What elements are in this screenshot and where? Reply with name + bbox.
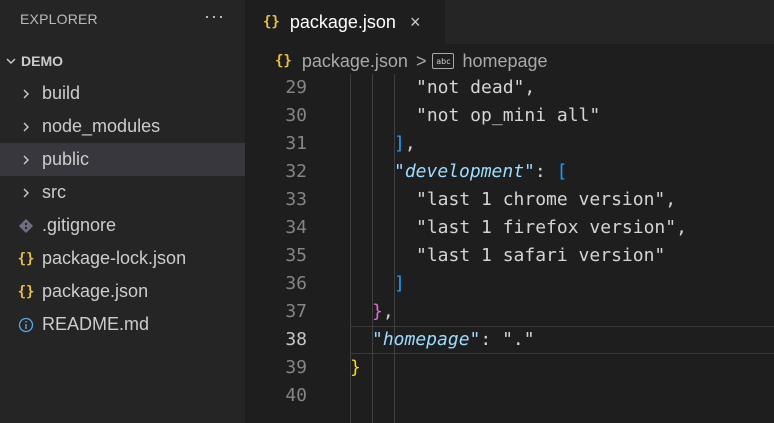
- tree-item-build[interactable]: build: [0, 77, 245, 110]
- explorer-title: EXPLORER: [20, 11, 98, 27]
- line-number: 30: [285, 105, 307, 126]
- explorer-header: EXPLORER ···: [0, 0, 245, 38]
- tree-item-label: README.md: [42, 314, 150, 334]
- code-text: "last 1 chrome version",: [416, 189, 677, 210]
- breadcrumb-file[interactable]: package.json: [302, 51, 408, 72]
- line-number: 34: [285, 217, 307, 238]
- code-line-32: 32 "development": [: [245, 158, 774, 186]
- folder-root-demo[interactable]: DEMO: [0, 44, 245, 77]
- line-number: 40: [285, 385, 307, 406]
- tree-item-public[interactable]: public: [0, 143, 245, 176]
- code-text: "not dead",: [416, 77, 536, 98]
- line-number: 38: [285, 329, 307, 350]
- tree-item-label: src: [42, 182, 66, 202]
- code-text: "development": [: [394, 161, 568, 182]
- line-number: 35: [285, 245, 307, 266]
- code-line-29: 29 "not dead",: [245, 74, 774, 102]
- line-number: 39: [285, 357, 307, 378]
- code-text: ],: [394, 133, 416, 154]
- chevron-down-icon: [3, 53, 19, 69]
- code-text: ]: [394, 273, 405, 294]
- code-line-30: 30 "not op_mini all": [245, 102, 774, 130]
- line-number: 33: [285, 189, 307, 210]
- tree-item-package-json[interactable]: {} package.json: [0, 275, 245, 308]
- close-icon[interactable]: ×: [410, 12, 421, 33]
- line-number: 29: [285, 77, 307, 98]
- tree-item-label: package-lock.json: [42, 248, 187, 268]
- tree-item-gitignore[interactable]: .gitignore: [0, 209, 245, 242]
- git-icon: [17, 217, 35, 235]
- tree-item-readme[interactable]: README.md: [0, 308, 245, 341]
- tree-item-src[interactable]: src: [0, 176, 245, 209]
- code-line-34: 34 "last 1 firefox version",: [245, 214, 774, 242]
- chevron-right-icon: [17, 85, 35, 103]
- info-icon: [17, 316, 35, 334]
- tab-package-json[interactable]: {} package.json ×: [245, 0, 445, 44]
- json-icon: {}: [17, 283, 35, 300]
- tab-label: package.json: [289, 11, 396, 32]
- breadcrumb: {} package.json > abc homepage: [245, 44, 774, 78]
- chevron-right-icon: [17, 184, 35, 202]
- ellipsis-icon[interactable]: ···: [204, 7, 225, 25]
- code-text: "last 1 firefox version",: [416, 217, 687, 238]
- json-icon: {}: [275, 53, 292, 69]
- tree-item-package-lock-json[interactable]: {} package-lock.json: [0, 242, 245, 275]
- line-number: 31: [285, 133, 307, 154]
- code-line-37: 37 },: [245, 298, 774, 326]
- code-text: },: [372, 301, 394, 322]
- code-line-36: 36 ]: [245, 270, 774, 298]
- code-line-35: 35 "last 1 safari version": [245, 242, 774, 270]
- root-folder-label: DEMO: [21, 52, 63, 69]
- breadcrumb-symbol[interactable]: homepage: [462, 51, 547, 72]
- breadcrumb-separator: >: [415, 50, 427, 71]
- line-number: 37: [285, 301, 307, 322]
- code-line-33: 33 "last 1 chrome version",: [245, 186, 774, 214]
- json-icon: {}: [263, 14, 280, 30]
- line-number: 36: [285, 273, 307, 294]
- code-text: "homepage": ".": [372, 329, 535, 350]
- code-line-39: 39 }: [245, 354, 774, 382]
- code-line-40: 40: [245, 382, 774, 410]
- chevron-right-icon: [17, 118, 35, 136]
- code-editor[interactable]: 29 "not dead", 30 "not op_mini all" 31 ]…: [245, 74, 774, 423]
- code-line-38: 38 "homepage": ".": [245, 326, 774, 354]
- explorer-sidebar: EXPLORER ··· DEMO build node_modules pub…: [0, 0, 245, 423]
- tree-item-label: node_modules: [42, 116, 161, 136]
- tree-item-label: package.json: [42, 281, 149, 301]
- tree-item-label: public: [42, 149, 90, 169]
- tree-item-label: build: [42, 83, 81, 103]
- line-number: 32: [285, 161, 307, 182]
- editor-tab-bar: {} package.json ×: [245, 0, 774, 44]
- tree-item-label: .gitignore: [42, 215, 117, 235]
- chevron-right-icon: [17, 151, 35, 169]
- json-icon: {}: [17, 250, 35, 267]
- string-symbol-icon: abc: [432, 53, 455, 69]
- tree-item-node-modules[interactable]: node_modules: [0, 110, 245, 143]
- code-text: }: [350, 357, 361, 378]
- code-text: "not op_mini all": [416, 105, 601, 126]
- code-text: "last 1 safari version": [416, 245, 666, 266]
- code-line-31: 31 ],: [245, 130, 774, 158]
